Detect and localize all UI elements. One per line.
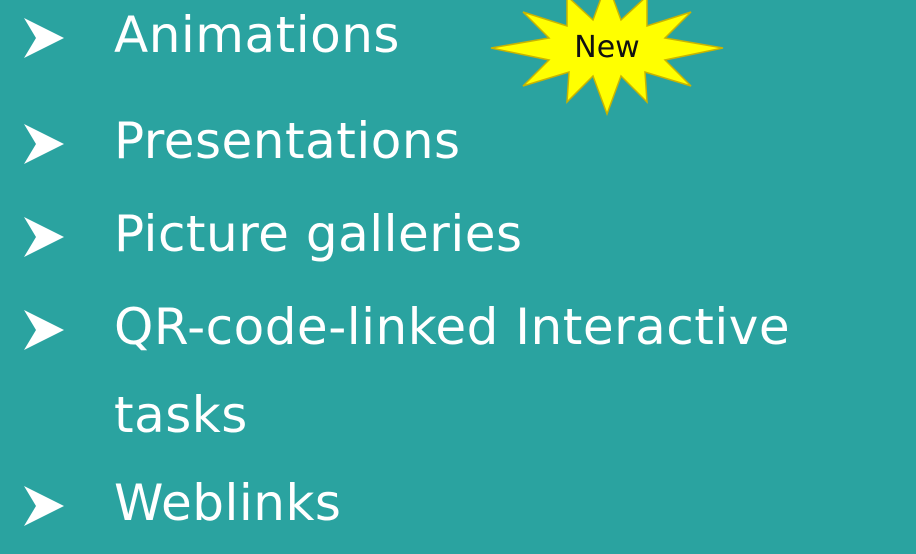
list-item-label-line1: QR-code-linked Interactive [114,298,791,356]
arrow-bullet-icon [22,16,66,60]
list-item-label: Animations [114,6,400,64]
list-item-label-line2: tasks [114,386,248,444]
new-badge-label: New [574,30,640,65]
arrow-bullet-icon [22,484,66,528]
new-badge: New [487,0,727,118]
arrow-bullet-icon [22,308,66,352]
list-item-label: Weblinks [114,474,342,532]
list-item-label: Picture galleries [114,205,523,263]
arrow-bullet-icon [22,122,66,166]
slide: Animations New Presentations Picture gal… [0,0,916,541]
arrow-bullet-icon [22,215,66,259]
list-item-label: Presentations [114,112,461,170]
